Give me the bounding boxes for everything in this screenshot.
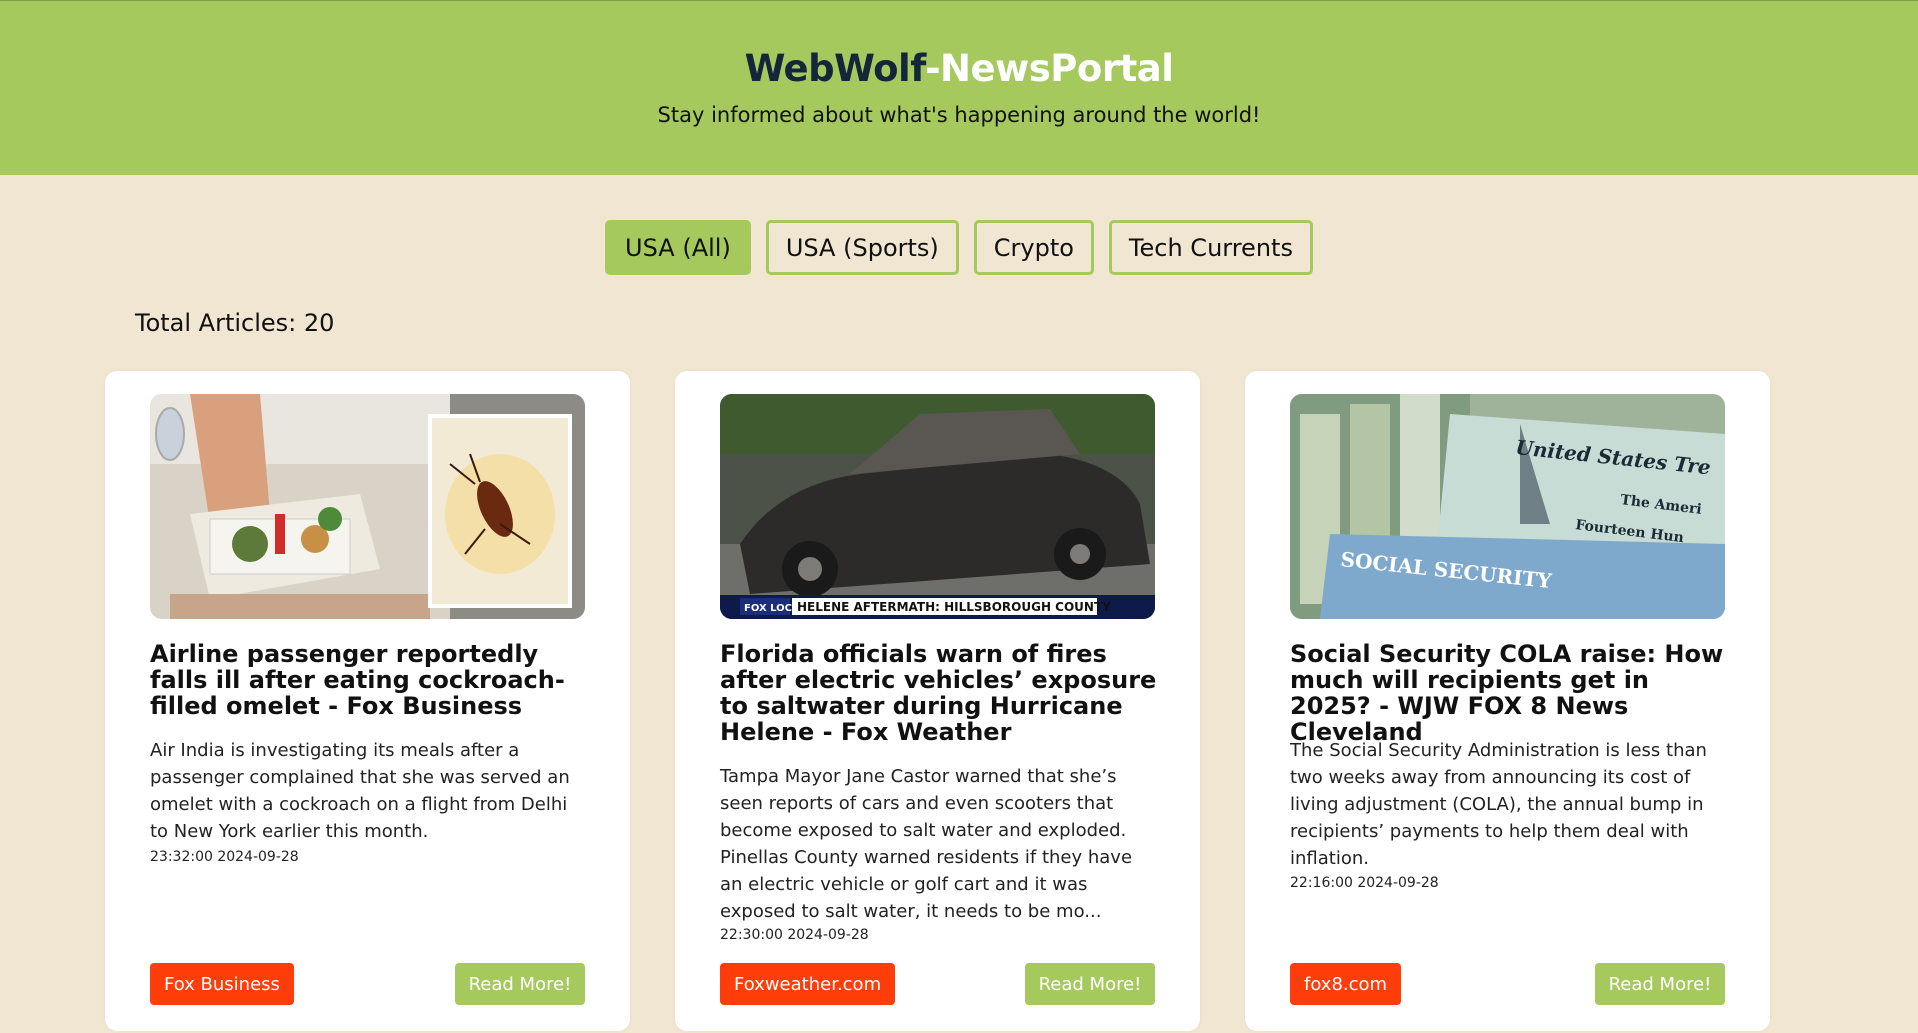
article-title[interactable]: Florida officials warn of fires after el… <box>720 641 1165 745</box>
article-image[interactable]: FOX LOCAL HELENE AFTERMATH: HILLSBOROUGH… <box>720 394 1155 619</box>
source-badge[interactable]: Fox Business <box>150 963 294 1005</box>
article-description: Air India is investigating its meals aft… <box>150 740 570 842</box>
article-description: The Social Security Administration is le… <box>1290 740 1707 869</box>
article-card: United States Tre The Ameri Fourteen Hun… <box>1245 371 1770 1031</box>
article-image[interactable] <box>150 394 585 619</box>
tab-tech-currents[interactable]: Tech Currents <box>1108 220 1313 275</box>
tab-usa-sports[interactable]: USA (Sports) <box>765 220 959 275</box>
article-image[interactable]: United States Tre The Ameri Fourteen Hun… <box>1290 394 1725 619</box>
social-security-card-image: United States Tre The Ameri Fourteen Hun… <box>1290 394 1725 619</box>
brand-suffix: -NewsPortal <box>925 47 1174 90</box>
tab-crypto[interactable]: Crypto <box>973 220 1094 275</box>
article-timestamp: 23:32:00 2024-09-28 <box>150 849 299 865</box>
article-description: Tampa Mayor Jane Castor warned that she’… <box>720 766 1133 922</box>
site-tagline: Stay informed about what's happening aro… <box>657 103 1261 127</box>
brand-name: WebWolf <box>744 47 926 90</box>
source-badge[interactable]: fox8.com <box>1290 963 1402 1005</box>
read-more-button[interactable]: Read More! <box>455 963 585 1005</box>
total-articles-count: Total Articles: 20 <box>135 309 335 337</box>
article-timestamp: 22:30:00 2024-09-28 <box>720 927 869 943</box>
article-title[interactable]: Airline passenger reportedly falls ill a… <box>150 641 595 719</box>
read-more-button[interactable]: Read More! <box>1025 963 1155 1005</box>
site-header: WebWolf-NewsPortal Stay informed about w… <box>0 0 1918 175</box>
site-brand: WebWolf-NewsPortal <box>0 47 1918 90</box>
source-badge[interactable]: Foxweather.com <box>720 963 896 1005</box>
tab-usa-all[interactable]: USA (All) <box>605 220 751 275</box>
article-title[interactable]: Social Security COLA raise: How much wil… <box>1290 641 1735 745</box>
image-caption: HELENE AFTERMATH: HILLSBOROUGH COUNTY <box>797 600 1111 614</box>
category-tabs: USA (All) USA (Sports) Crypto Tech Curre… <box>0 220 1918 275</box>
airplane-meal-image <box>150 394 585 619</box>
article-card: Airline passenger reportedly falls ill a… <box>105 371 630 1031</box>
article-card: FOX LOCAL HELENE AFTERMATH: HILLSBOROUGH… <box>675 371 1200 1031</box>
read-more-button[interactable]: Read More! <box>1595 963 1725 1005</box>
burned-car-image: FOX LOCAL HELENE AFTERMATH: HILLSBOROUGH… <box>720 394 1155 619</box>
article-timestamp: 22:16:00 2024-09-28 <box>1290 875 1439 891</box>
